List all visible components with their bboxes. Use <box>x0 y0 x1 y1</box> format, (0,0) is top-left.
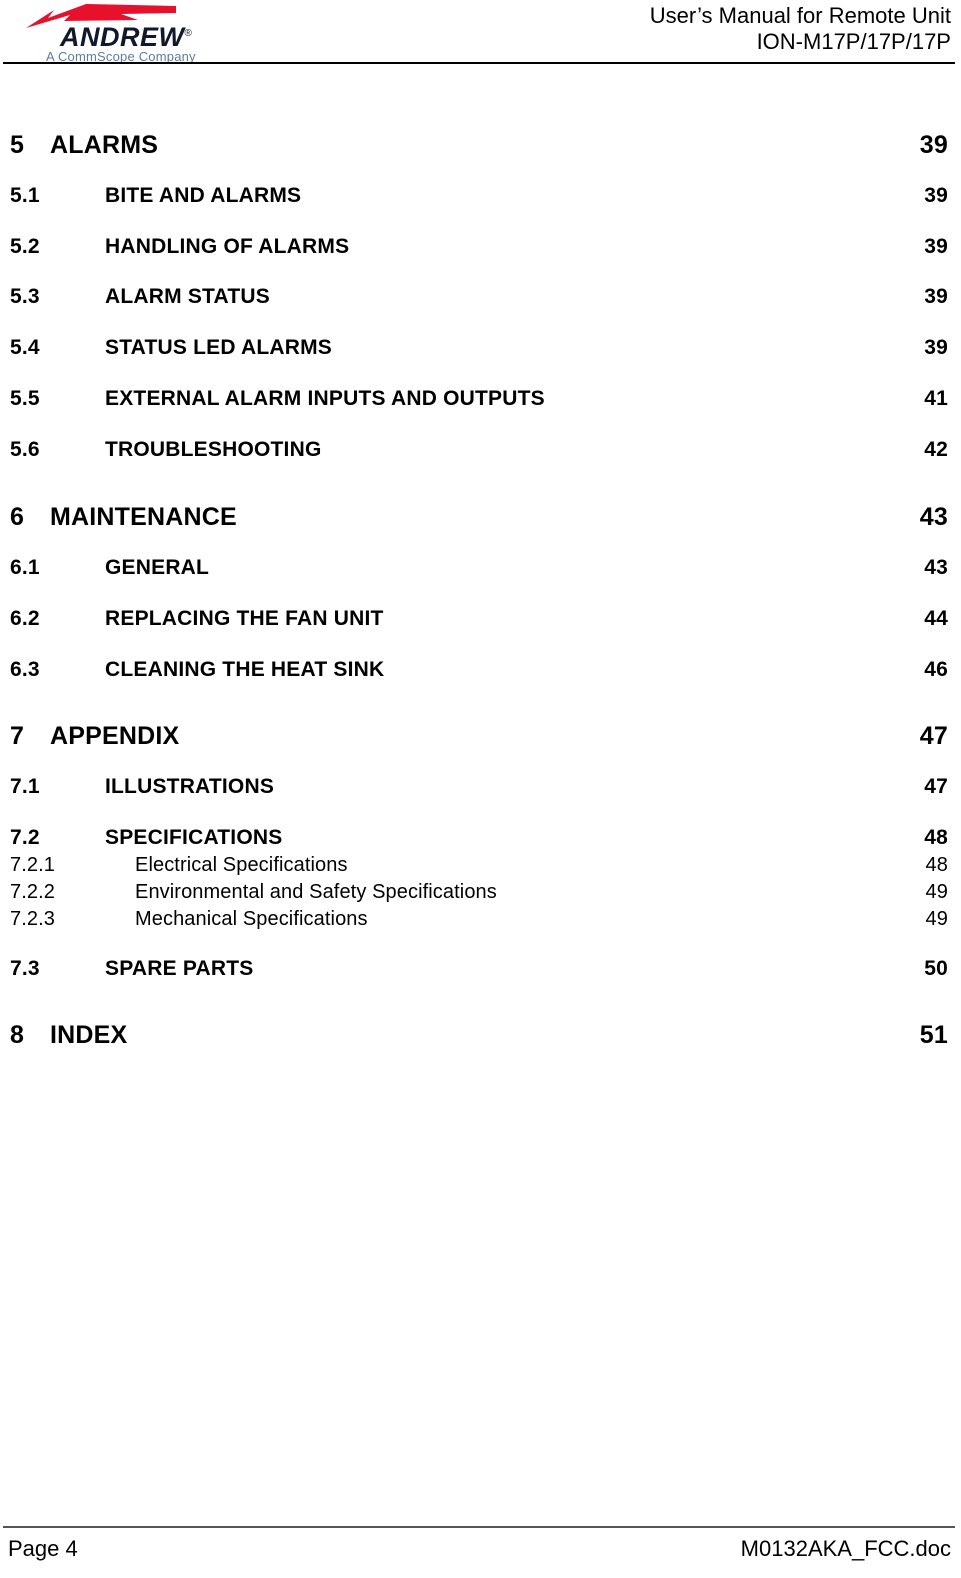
toc-entry-title: INDEX <box>50 1021 128 1049</box>
toc-entry-number: 5 <box>10 131 25 159</box>
toc-entry-page-number: 48 <box>925 854 948 876</box>
toc-entry-number: 7.3 <box>10 957 40 980</box>
toc-entry-number: 7.1 <box>10 775 40 798</box>
toc-entry-title: APPENDIX <box>50 722 180 750</box>
toc-entry-title: TROUBLESHOOTING <box>105 438 322 461</box>
toc-entry-number: 5.6 <box>10 438 40 461</box>
toc-entry-page-number: 46 <box>924 658 948 681</box>
toc-entry-number: 5.2 <box>10 235 40 258</box>
footer-page-number: Page 4 <box>8 1536 78 1561</box>
logo-wordmark-text: ANDREW <box>60 22 185 52</box>
header-divider <box>3 62 955 64</box>
toc-entry-number: 7.2 <box>10 826 40 849</box>
toc-entry-number: 6.2 <box>10 607 40 630</box>
toc-entry-page-number: 47 <box>919 722 948 750</box>
logo-wordmark: ANDREW® <box>60 24 192 51</box>
toc-entry-page-number: 44 <box>924 607 948 630</box>
toc-entry-title: CLEANING THE HEAT SINK <box>105 658 385 681</box>
toc-entry-page-number: 49 <box>925 908 948 930</box>
toc-entry-title: ILLUSTRATIONS <box>105 775 275 798</box>
header-title-line-1: User’s Manual for Remote Unit <box>649 3 951 28</box>
toc-entry-number: 6.3 <box>10 658 40 681</box>
toc-entry-page-number: 42 <box>924 438 948 461</box>
toc-entry-page-number: 47 <box>924 775 948 798</box>
andrew-logo: ANDREW® A CommScope Company <box>14 4 264 64</box>
registered-trademark-icon: ® <box>184 28 193 39</box>
footer-divider <box>3 1526 955 1528</box>
toc-entry-title: ALARM STATUS <box>105 285 270 308</box>
toc-entry-page-number: 41 <box>924 387 948 410</box>
toc-entry-page-number: 39 <box>924 235 948 258</box>
toc-entry-number: 6.1 <box>10 556 40 579</box>
footer-filename: M0132AKA_FCC.doc <box>740 1536 951 1561</box>
toc-entry-title: GENERAL <box>105 556 210 579</box>
toc-entry-page-number: 39 <box>924 285 948 308</box>
page-footer: Page 4 M0132AKA_FCC.doc <box>0 1526 961 1578</box>
toc-entry-page-number: 43 <box>919 503 948 531</box>
toc-entry-title: REPLACING THE FAN UNIT <box>105 607 384 630</box>
toc-entry-page-number: 39 <box>919 131 948 159</box>
toc-entry-title: EXTERNAL ALARM INPUTS AND OUTPUTS <box>105 387 545 410</box>
toc-entry-title: Mechanical Specifications <box>135 908 368 930</box>
toc-entry-page-number: 51 <box>919 1021 948 1049</box>
toc-entry-number: 5.5 <box>10 387 40 410</box>
toc-entry-page-number: 49 <box>925 881 948 903</box>
toc-entry-number: 5.3 <box>10 285 40 308</box>
toc-entry-page-number: 50 <box>924 957 948 980</box>
toc-entry-number: 7.2.2 <box>10 881 55 903</box>
toc-entry-number: 8 <box>10 1021 25 1049</box>
toc-entry-title: HANDLING OF ALARMS <box>105 235 350 258</box>
toc-entry-title: Environmental and Safety Specifications <box>135 881 497 903</box>
toc-entry-number: 5.1 <box>10 184 40 207</box>
toc-entry-title: SPECIFICATIONS <box>105 826 283 849</box>
toc-entry-title: MAINTENANCE <box>50 503 237 531</box>
document-header-title: User’s Manual for Remote Unit ION-M17P/1… <box>650 3 951 55</box>
toc-entry-number: 6 <box>10 503 25 531</box>
toc-entry-page-number: 39 <box>924 184 948 207</box>
toc-entry-number: 7.2.3 <box>10 908 55 930</box>
header-title-line-2: ION-M17P/17P/17P <box>756 28 951 54</box>
toc-entry-title: STATUS LED ALARMS <box>105 336 332 359</box>
toc-entry-title: ALARMS <box>50 131 159 159</box>
toc-entry-number: 7.2.1 <box>10 854 55 876</box>
toc-entry-number: 5.4 <box>10 336 40 359</box>
toc-entry-number: 7 <box>10 722 25 750</box>
toc-entry-page-number: 48 <box>924 826 948 849</box>
toc-entry-page-number: 43 <box>924 556 948 579</box>
page-header: ANDREW® A CommScope Company User’s Manua… <box>0 0 961 64</box>
toc-entry-title: SPARE PARTS <box>105 957 254 980</box>
toc-entry-page-number: 39 <box>924 336 948 359</box>
toc-entry-title: BITE AND ALARMS <box>105 184 302 207</box>
toc-entry-title: Electrical Specifications <box>135 854 348 876</box>
